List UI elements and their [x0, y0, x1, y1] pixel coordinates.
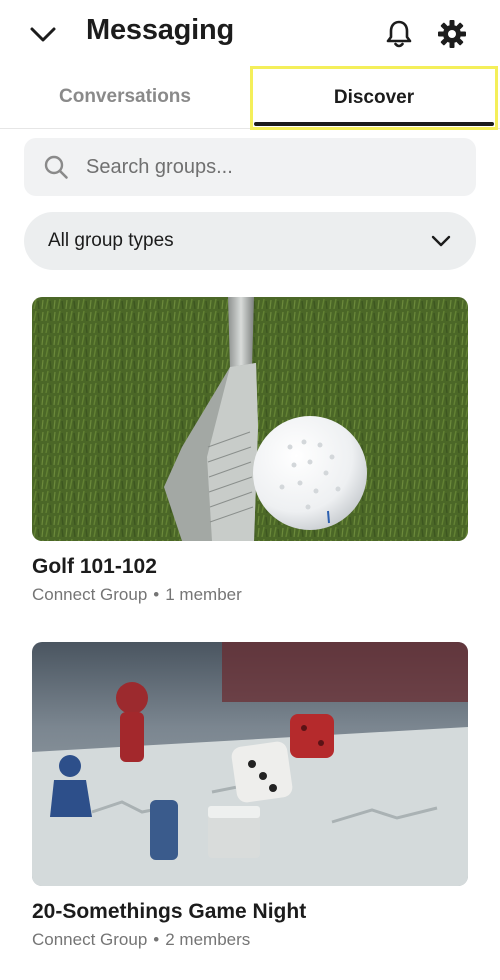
- group-title: Golf 101-102: [32, 555, 157, 578]
- member-count: 2 members: [165, 930, 251, 949]
- group-type: Connect Group: [32, 930, 148, 949]
- group-title: 20-Somethings Game Night: [32, 900, 307, 923]
- bell-icon: [386, 20, 412, 48]
- group-type: Connect Group: [32, 585, 148, 604]
- chevron-down-icon: [30, 27, 56, 42]
- chevron-down-icon: [430, 230, 452, 252]
- page-title: Messaging: [86, 14, 235, 46]
- member-count: 1 member: [165, 585, 242, 604]
- group-image-game-night: [32, 642, 468, 886]
- tab-bar: Conversations Discover: [0, 66, 500, 130]
- meta-separator: •: [153, 585, 160, 604]
- notifications-button[interactable]: [382, 16, 416, 52]
- active-tab-indicator: [254, 122, 494, 126]
- group-meta: Connect Group • 2 members: [32, 930, 468, 950]
- search-input[interactable]: [84, 154, 448, 180]
- group-type-selected: All group types: [48, 230, 174, 251]
- group-type-dropdown[interactable]: All group types: [24, 212, 476, 270]
- tab-discover[interactable]: Discover: [250, 66, 498, 130]
- group-card[interactable]: 20-Somethings Game Night Connect Group • 2…: [32, 642, 468, 950]
- group-card[interactable]: Golf 101-102 Connect Group • 1 member: [32, 297, 468, 605]
- collapse-button[interactable]: [26, 18, 60, 52]
- group-meta: Connect Group • 1 member: [32, 585, 468, 605]
- app-header: Messaging: [0, 0, 500, 64]
- tab-conversations[interactable]: Conversations: [0, 66, 250, 128]
- settings-button[interactable]: [434, 16, 470, 52]
- gear-icon: [438, 20, 466, 48]
- meta-separator: •: [153, 930, 160, 949]
- search-icon: [42, 153, 70, 181]
- group-image-golf: [32, 297, 468, 541]
- search-bar[interactable]: [24, 138, 476, 196]
